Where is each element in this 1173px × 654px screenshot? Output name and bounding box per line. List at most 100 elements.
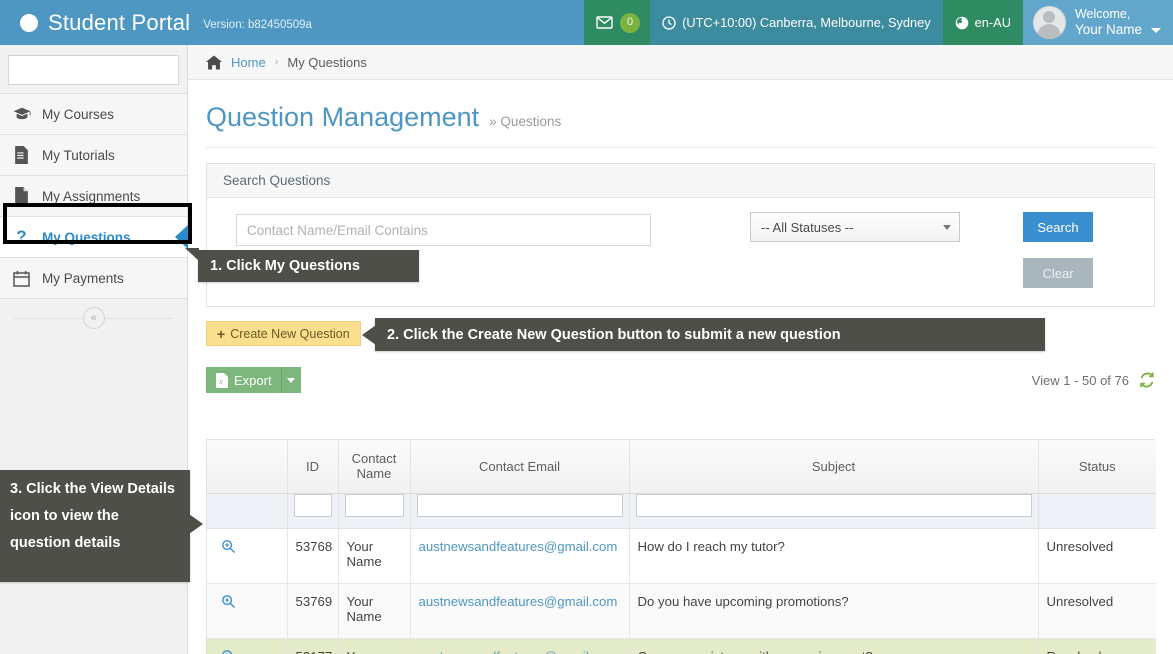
messages-button[interactable]: 0 [584, 0, 651, 45]
view-details-cell[interactable] [207, 638, 288, 654]
calendar-icon [12, 269, 31, 288]
column-header-status[interactable]: Status [1038, 440, 1156, 494]
breadcrumb-home-link[interactable]: Home [231, 55, 266, 70]
home-icon[interactable] [206, 54, 222, 70]
search-input[interactable] [17, 62, 193, 78]
filter-cell-contact-email [410, 493, 630, 529]
column-header-contact-name[interactable]: Contact Name [338, 440, 411, 494]
callout-pointer-icon [362, 324, 376, 345]
table-header: ID Contact Name Contact Email Subject St… [207, 440, 1156, 494]
language-label: en-AU [974, 15, 1011, 30]
breadcrumb-current: My Questions [287, 54, 367, 70]
export-dropdown-toggle[interactable] [280, 367, 301, 393]
welcome-username: Your Name [1074, 22, 1142, 37]
messages-count-badge: 0 [620, 12, 641, 33]
column-header-id[interactable]: ID [287, 440, 339, 494]
cell-id: 53177 [287, 638, 339, 654]
timezone-label: (UTC+10:00) Canberra, Melbourne, Sydney [682, 15, 931, 30]
export-label: Export [234, 372, 272, 388]
questions-table: ID Contact Name Contact Email Subject St… [207, 440, 1156, 654]
filter-input-contact-email[interactable] [416, 493, 623, 517]
cell-contact-email[interactable]: austnewsandfeatures@gmail.com [410, 528, 630, 584]
cell-contact-email[interactable]: austnewsandfeatures@gmail.com [410, 583, 630, 639]
cell-status: Unresolved [1038, 528, 1156, 584]
cell-contact-name: Your Name [338, 638, 411, 654]
caret-down-icon [287, 377, 296, 383]
zoom-search-icon[interactable] [221, 594, 236, 609]
sidebar-item-label: My Tutorials [42, 147, 115, 163]
breadcrumb-separator: › [274, 56, 279, 68]
questions-table-wrapper: ID Contact Name Contact Email Subject St… [206, 439, 1156, 654]
sidebar-item-label: My Assignments [42, 188, 141, 204]
callout-step-1: 1. Click My Questions [185, 248, 419, 282]
timezone-display[interactable]: (UTC+10:00) Canberra, Melbourne, Sydney [650, 0, 943, 45]
cell-contact-name: Your Name [338, 528, 411, 584]
table-body: 53768 Your Name austnewsandfeatures@gmai… [207, 493, 1156, 654]
table-row[interactable]: 53768 Your Name austnewsandfeatures@gmai… [207, 528, 1156, 584]
column-header-subject[interactable]: Subject [629, 440, 1039, 494]
language-selector[interactable]: en-AU [942, 0, 1023, 45]
column-header-contact-email[interactable]: Contact Email [410, 440, 630, 494]
table-row[interactable]: 53177 Your Name austnewsandfeatures@gmai… [207, 638, 1156, 654]
sidebar-item-my-courses[interactable]: My Courses [0, 93, 187, 134]
view-details-cell[interactable] [207, 528, 288, 584]
sidebar-item-my-assignments[interactable]: My Assignments [0, 175, 187, 216]
callout-pointer-icon [189, 514, 203, 534]
refresh-icon[interactable] [1139, 372, 1155, 388]
collapse-sidebar-button[interactable]: « [82, 306, 105, 329]
create-new-question-label: Create New Question [230, 326, 350, 341]
cell-contact-email[interactable]: austnewsandfeatures@gmail.com [410, 638, 630, 654]
page-subtitle: » Questions [489, 114, 562, 129]
callout-step-3: 3. Click the View Details icon to view t… [0, 470, 203, 582]
sidebar-item-my-questions[interactable]: ? My Questions [0, 216, 188, 257]
brand-title: Student Portal [48, 9, 191, 35]
brand-logo[interactable]: Student Portal Version: b82450509a [0, 0, 326, 45]
panel-heading: Search Questions [207, 164, 1154, 198]
column-header-actions[interactable] [207, 440, 288, 494]
status-select-value: -- All Statuses -- [761, 219, 854, 235]
sidebar-item-my-tutorials[interactable]: My Tutorials [0, 134, 187, 175]
cell-status: Unresolved [1038, 583, 1156, 639]
page-title: Question Management [206, 102, 480, 132]
cell-id: 53768 [287, 528, 339, 584]
search-button[interactable]: Search [1023, 212, 1093, 242]
sidebar-search[interactable] [8, 55, 207, 85]
clock-icon [662, 15, 676, 30]
table-header-row: ID Contact Name Contact Email Subject St… [207, 440, 1156, 494]
callout-step-2-text: 2. Click the Create New Question button … [387, 326, 841, 343]
question-mark-icon: ? [16, 227, 27, 246]
zoom-search-icon[interactable] [221, 649, 236, 654]
user-menu[interactable]: Welcome, Your Name [1022, 0, 1173, 45]
view-details-cell[interactable] [207, 583, 288, 639]
callout-pointer-icon [185, 248, 199, 261]
zoom-search-icon[interactable] [221, 539, 236, 554]
plus-icon: + [217, 325, 226, 342]
record-count-label: View 1 - 50 of 76 [1031, 372, 1129, 388]
sidebar-item-my-payments[interactable]: My Payments [0, 257, 187, 298]
filter-cell-id [287, 493, 339, 529]
contact-search-input[interactable] [236, 214, 651, 246]
active-pointer-icon [175, 225, 188, 249]
envelope-icon [596, 16, 613, 29]
graduation-cap-icon [12, 105, 31, 124]
filter-input-contact-name[interactable] [344, 493, 404, 517]
table-row[interactable]: 53769 Your Name austnewsandfeatures@gmai… [207, 583, 1156, 639]
avatar [1032, 6, 1066, 39]
filter-cell-status [1038, 493, 1156, 529]
file-icon [12, 187, 31, 206]
globe-icon [18, 12, 39, 33]
sidebar-item-label: My Payments [42, 270, 124, 286]
callout-step-3-text: 3. Click the View Details icon to view t… [10, 481, 175, 551]
cell-subject: Can you assist me with my assignment? [629, 638, 1039, 654]
status-select[interactable]: -- All Statuses -- [750, 212, 960, 242]
clear-button[interactable]: Clear [1023, 258, 1093, 288]
filter-input-subject[interactable] [635, 493, 1032, 517]
file-text-icon [12, 146, 31, 165]
filter-input-id[interactable] [293, 493, 332, 517]
cell-id: 53769 [287, 583, 339, 639]
search-questions-panel: Search Questions -- All Statuses -- Sear… [206, 163, 1155, 307]
export-button[interactable]: x Export [206, 367, 281, 393]
create-new-question-button[interactable]: + Create New Question [206, 321, 361, 346]
globe-icon [955, 16, 969, 30]
